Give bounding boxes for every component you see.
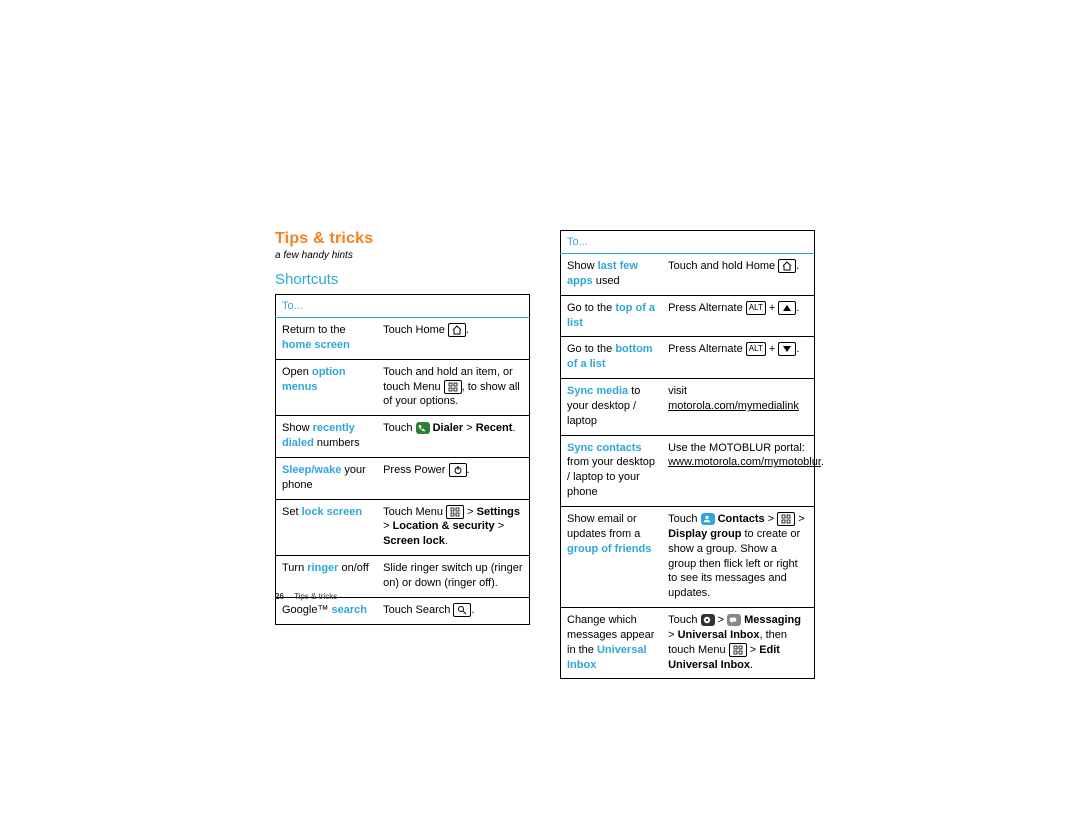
action-cell: Press Alternate ALT + . [662, 295, 814, 337]
to-cell: Google™ search [276, 597, 378, 624]
action-cell: visit motorola.com/mymedialink [662, 379, 814, 436]
section-heading: Shortcuts [275, 271, 530, 288]
action-cell: Touch Home . [377, 318, 529, 360]
page-content: Tips & tricks a few handy hints Shortcut… [275, 230, 815, 679]
footer-label: Tips & tricks [294, 592, 337, 601]
page-footer: 26 Tips & tricks [275, 592, 337, 601]
to-cell: Go to the bottom of a list [561, 337, 663, 379]
up-arrow-icon [778, 301, 796, 315]
menu-icon [444, 380, 462, 394]
two-column-layout: Tips & tricks a few handy hints Shortcut… [275, 230, 815, 679]
to-cell: Open option menus [276, 359, 378, 416]
media-link[interactable]: motorola.com/mymedialink [668, 400, 799, 412]
table-row: Show last few apps usedTouch and hold Ho… [561, 254, 815, 296]
alt-key: ALT [746, 342, 766, 356]
action-cell: Touch > Messaging > Universal Inbox, the… [662, 608, 814, 679]
table-row: Set lock screenTouch Menu > Settings > L… [276, 499, 530, 556]
home-icon [448, 323, 466, 337]
menu-icon [729, 643, 747, 657]
launcher-icon [701, 614, 715, 626]
motoblur-link[interactable]: www.motorola.com/mymotoblur [668, 456, 821, 468]
to-cell: Show last few apps used [561, 254, 663, 296]
menu-icon [446, 505, 464, 519]
action-cell: Press Alternate ALT + . [662, 337, 814, 379]
person-icon [701, 513, 715, 525]
search-icon [453, 603, 471, 617]
to-cell: Sync media to your desktop / laptop [561, 379, 663, 436]
down-arrow-icon [778, 342, 796, 356]
home-icon [778, 259, 796, 273]
table-row: Open option menusTouch and hold an item,… [276, 359, 530, 416]
to-cell: Show email or updates from a group of fr… [561, 506, 663, 607]
table-header: To... [561, 231, 815, 254]
page-title: Tips & tricks [275, 230, 530, 248]
table-row: Return to the home screenTouch Home . [276, 318, 530, 360]
phone-icon [416, 422, 430, 434]
table-row: Sync media to your desktop / laptopvisit… [561, 379, 815, 436]
left-column: Tips & tricks a few handy hints Shortcut… [275, 230, 530, 679]
to-cell: Change which messages appear in the Univ… [561, 608, 663, 679]
table-row: Google™ searchTouch Search . [276, 597, 530, 624]
action-cell: Touch and hold an item, or touch Menu , … [377, 359, 529, 416]
table-row: Change which messages appear in the Univ… [561, 608, 815, 679]
power-icon [449, 463, 467, 477]
to-cell: Sync contacts from your desktop / laptop… [561, 435, 663, 506]
action-cell: Touch Menu > Settings > Location & secur… [377, 499, 529, 556]
action-cell: Touch Search . [377, 597, 529, 624]
to-cell: Return to the home screen [276, 318, 378, 360]
action-cell: Slide ringer switch up (ringer on) or do… [377, 556, 529, 598]
table-row: Go to the bottom of a listPress Alternat… [561, 337, 815, 379]
messaging-icon [727, 614, 741, 626]
action-cell: Touch and hold Home . [662, 254, 814, 296]
table-row: Sleep/wake your phonePress Power . [276, 457, 530, 499]
shortcuts-table-right: To... Show last few apps usedTouch and h… [560, 230, 815, 679]
to-cell: Set lock screen [276, 499, 378, 556]
page-number: 26 [275, 592, 284, 601]
to-cell: Sleep/wake your phone [276, 457, 378, 499]
menu-icon [777, 512, 795, 526]
shortcuts-table-left: To... Return to the home screenTouch Hom… [275, 294, 530, 625]
to-cell: Show recently dialed numbers [276, 416, 378, 458]
page-subtitle: a few handy hints [275, 250, 530, 261]
table-row: Show email or updates from a group of fr… [561, 506, 815, 607]
action-cell: Touch Dialer > Recent. [377, 416, 529, 458]
action-cell: Touch Contacts > > Display group to crea… [662, 506, 814, 607]
table-row: Show recently dialed numbersTouch Dialer… [276, 416, 530, 458]
to-cell: Go to the top of a list [561, 295, 663, 337]
action-cell: Press Power . [377, 457, 529, 499]
right-column: To... Show last few apps usedTouch and h… [560, 230, 815, 679]
document-page: Tips & tricks a few handy hints Shortcut… [0, 0, 1080, 834]
table-row: Go to the top of a listPress Alternate A… [561, 295, 815, 337]
table-row: Sync contacts from your desktop / laptop… [561, 435, 815, 506]
alt-key: ALT [746, 301, 766, 315]
table-header: To... [276, 295, 530, 318]
action-cell: Use the MOTOBLUR portal: www.motorola.co… [662, 435, 814, 506]
